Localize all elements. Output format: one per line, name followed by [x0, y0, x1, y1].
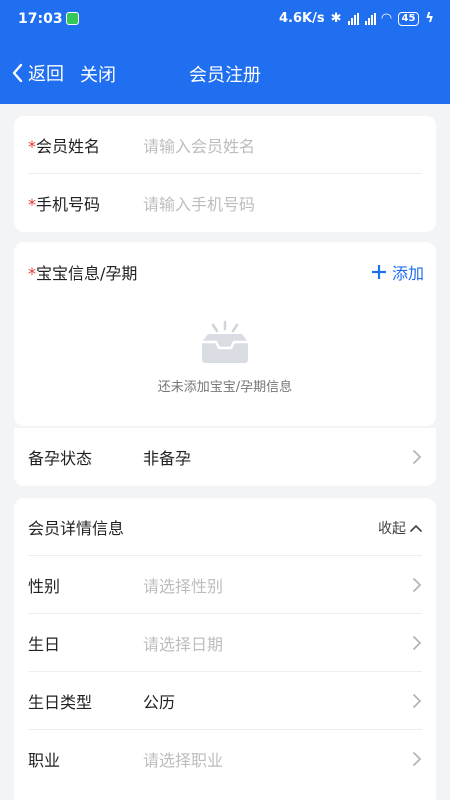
chevron-right-icon: [413, 450, 422, 464]
chevron-right-icon: [413, 636, 422, 650]
name-label: *会员姓名: [28, 137, 101, 156]
occupation-row[interactable]: 职业 请选择职业: [14, 730, 436, 788]
status-bar: 17:03 4.6K/s ✱ ◠ 45 ϟ: [0, 0, 450, 40]
birthday-label: 生日: [28, 635, 61, 654]
battery-icon: 45: [397, 11, 420, 26]
basic-info-card: *会员姓名 请输入会员姓名 *手机号码 请输入手机号码: [14, 116, 436, 232]
add-baby-label: 添加: [391, 264, 424, 283]
add-baby-button[interactable]: 添加: [371, 260, 424, 284]
birthday-row[interactable]: 生日 请选择日期: [14, 614, 436, 672]
required-mark: *: [28, 137, 36, 156]
required-mark: *: [28, 195, 36, 214]
phone-input[interactable]: 请输入手机号码: [143, 191, 255, 215]
chevron-right-icon: [413, 578, 422, 592]
page-title: 会员注册: [189, 65, 261, 86]
app-notification-icon: [66, 12, 79, 25]
details-header-row: 会员详情信息 收起: [14, 498, 436, 556]
pregnancy-status-value: 非备孕: [143, 449, 192, 468]
pregnancy-status-card: 备孕状态 非备孕: [14, 428, 436, 486]
gender-select[interactable]: 请选择性别: [143, 573, 223, 597]
bluetooth-icon: ✱: [330, 11, 342, 26]
member-details-card: 会员详情信息 收起 性别 请选择性别 生日 请选择日期 生日类型 公历 职业 请…: [14, 498, 436, 800]
empty-inbox-icon: [202, 320, 248, 363]
name-row[interactable]: *会员姓名 请输入会员姓名: [14, 116, 436, 174]
baby-info-label: *宝宝信息/孕期: [28, 264, 138, 283]
charging-icon: ϟ: [425, 11, 434, 26]
signal-icon: [347, 12, 359, 25]
signal-2-icon: [364, 12, 376, 25]
pregnancy-status-label: 备孕状态: [28, 449, 93, 468]
chevron-right-icon: [413, 752, 422, 766]
baby-info-card: *宝宝信息/孕期 添加 还未添加宝宝/孕期信息: [14, 242, 436, 426]
birthday-type-label: 生日类型: [28, 693, 93, 712]
collapse-button[interactable]: 收起: [378, 518, 422, 538]
baby-empty-text: 还未添加宝宝/孕期信息: [157, 380, 293, 395]
nav-bar: 返回 关闭 会员注册: [0, 40, 450, 104]
birthday-type-value[interactable]: 公历: [143, 689, 175, 713]
required-mark: *: [28, 264, 36, 283]
chevron-right-icon: [413, 694, 422, 708]
phone-row[interactable]: *手机号码 请输入手机号码: [14, 174, 436, 232]
chevron-up-icon: [410, 524, 422, 532]
wifi-icon: ◠: [381, 11, 392, 26]
birthday-type-row[interactable]: 生日类型 公历: [14, 672, 436, 730]
gender-label: 性别: [28, 577, 61, 596]
status-time: 17:03: [18, 11, 63, 27]
gender-row[interactable]: 性别 请选择性别: [14, 556, 436, 614]
collapse-label: 收起: [378, 521, 406, 537]
phone-label: *手机号码: [28, 195, 101, 214]
details-title: 会员详情信息: [28, 519, 125, 538]
occupation-select[interactable]: 请选择职业: [143, 747, 223, 771]
name-input[interactable]: 请输入会员姓名: [143, 133, 255, 157]
network-speed: 4.6K/s: [279, 11, 325, 26]
pregnancy-status-row[interactable]: 备孕状态 非备孕: [14, 428, 436, 486]
plus-icon: [371, 265, 386, 279]
status-right: 4.6K/s ✱ ◠ 45 ϟ: [279, 11, 434, 26]
birthday-select[interactable]: 请选择日期: [143, 631, 223, 655]
occupation-label: 职业: [28, 751, 61, 770]
